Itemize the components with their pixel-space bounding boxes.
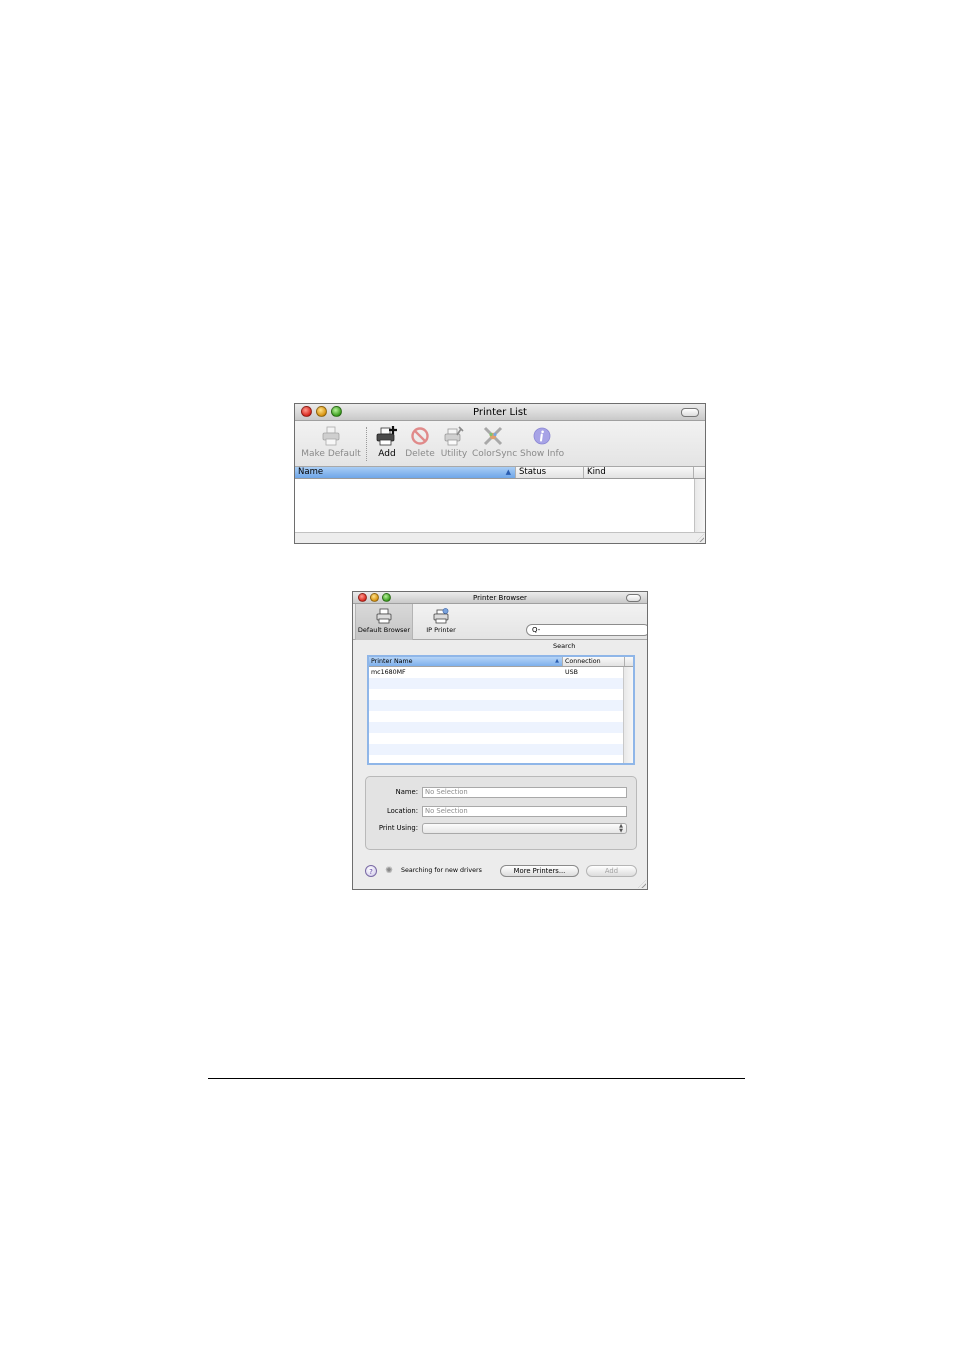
vertical-scrollbar[interactable] — [694, 479, 705, 533]
title-bar[interactable]: Printer Browser — [353, 592, 647, 604]
show-info-button[interactable]: Show Info — [520, 425, 564, 459]
window-title: Printer Browser — [473, 594, 527, 602]
printer-list-window: Printer List Make Default Add Delete Uti… — [294, 403, 706, 544]
table-row-empty — [369, 689, 624, 700]
search-input[interactable]: Q- — [526, 624, 647, 636]
help-button[interactable]: ? — [365, 865, 377, 877]
table-row-empty — [369, 755, 624, 763]
table-row-empty — [369, 700, 624, 711]
table-row-empty — [369, 678, 624, 689]
name-field[interactable]: No Selection — [422, 787, 627, 798]
add-label: Add — [378, 449, 396, 459]
print-using-label: Print Using: — [378, 824, 418, 832]
search-placeholder: Q- — [532, 626, 541, 634]
delete-icon — [411, 427, 429, 445]
toolbar: Default Browser IP Printer Q- Search — [353, 604, 647, 650]
toolbar-toggle-button[interactable] — [681, 408, 699, 417]
utility-button[interactable]: Utility — [440, 425, 468, 459]
default-browser-label: Default Browser — [357, 626, 411, 634]
printer-details-group: Name: No Selection Location: No Selectio… — [365, 776, 637, 850]
printer-name-cell: mc1680MF — [371, 669, 406, 676]
minimize-button[interactable] — [316, 406, 327, 417]
utility-label: Utility — [440, 449, 468, 459]
resize-grip-icon[interactable] — [638, 880, 646, 888]
default-browser-button[interactable]: Default Browser — [355, 604, 413, 640]
toolbar-toggle-button[interactable] — [626, 594, 641, 602]
printer-table-body[interactable] — [295, 479, 695, 533]
more-printers-button[interactable]: More Printers... — [500, 865, 579, 877]
vertical-scrollbar[interactable] — [623, 667, 633, 763]
minimize-button[interactable] — [370, 593, 379, 602]
footer-bar: ? ✺ Searching for new drivers More Print… — [353, 865, 647, 879]
colorsync-icon — [483, 426, 503, 446]
table-row-empty — [369, 744, 624, 755]
add-printer-icon — [376, 426, 397, 446]
printer-icon — [376, 608, 392, 624]
stepper-arrows-icon: ▲ ▼ — [619, 823, 623, 834]
window-title: Printer List — [473, 407, 527, 418]
bottom-edge — [295, 532, 705, 543]
title-bar[interactable]: Printer List — [295, 404, 705, 421]
status-text: Searching for new drivers — [401, 867, 482, 874]
close-button[interactable] — [358, 593, 367, 602]
toolbar: Make Default Add Delete Utility ColorSyn… — [295, 421, 705, 467]
location-label: Location: — [386, 807, 418, 815]
printer-rows: mc1680MF USB — [369, 667, 624, 763]
printer-icon — [322, 426, 340, 446]
table-row-empty — [369, 711, 624, 722]
make-default-label: Make Default — [301, 449, 361, 459]
name-label: Name: — [395, 788, 418, 796]
printer-utility-icon — [444, 426, 464, 446]
name-row: Name: No Selection — [366, 787, 636, 798]
printer-browser-table: Printer Name ▲ Connection mc1680MF USB — [367, 655, 635, 765]
toolbar-separator — [366, 427, 367, 461]
page-divider — [208, 1078, 745, 1079]
print-using-row: Print Using: ▲ ▼ — [366, 823, 636, 834]
table-row-empty — [369, 733, 624, 744]
window-controls — [301, 406, 342, 417]
colorsync-label: ColorSync — [472, 449, 518, 459]
table-row[interactable]: mc1680MF USB — [369, 667, 624, 678]
print-using-select[interactable]: ▲ ▼ — [422, 823, 627, 834]
colorsync-button[interactable]: ColorSync — [472, 425, 518, 459]
zoom-button[interactable] — [382, 593, 391, 602]
column-header-status[interactable]: Status — [516, 467, 584, 478]
progress-spinner-icon: ✺ — [385, 866, 393, 876]
zoom-button[interactable] — [331, 406, 342, 417]
delete-label: Delete — [405, 449, 435, 459]
close-button[interactable] — [301, 406, 312, 417]
show-info-label: Show Info — [520, 449, 565, 459]
column-header-printer-name[interactable]: Printer Name ▲ — [369, 657, 563, 666]
network-printer-icon — [433, 608, 449, 624]
search-label: Search — [553, 642, 576, 650]
column-header-name[interactable]: Name ▲ — [295, 467, 516, 478]
printer-table-header: Name ▲ Status Kind — [295, 467, 705, 479]
connection-cell: USB — [565, 669, 578, 676]
location-field[interactable]: No Selection — [422, 806, 627, 817]
printer-table-header: Printer Name ▲ Connection — [369, 657, 633, 667]
add-button[interactable]: Add — [586, 865, 637, 877]
make-default-button[interactable]: Make Default — [299, 425, 363, 459]
ip-printer-button[interactable]: IP Printer — [421, 606, 461, 638]
location-row: Location: No Selection — [366, 806, 636, 817]
table-row-empty — [369, 722, 624, 733]
sort-ascending-icon: ▲ — [505, 468, 511, 476]
add-button[interactable]: Add — [373, 425, 401, 459]
info-icon — [533, 427, 551, 445]
column-header-connection[interactable]: Connection — [563, 657, 625, 666]
ip-printer-label: IP Printer — [426, 626, 456, 634]
sort-ascending-icon: ▲ — [555, 658, 559, 664]
printer-browser-window: Printer Browser Default Browser IP Print… — [352, 591, 648, 890]
column-header-kind[interactable]: Kind — [584, 467, 694, 478]
delete-button[interactable]: Delete — [405, 425, 435, 459]
window-controls — [358, 593, 391, 602]
